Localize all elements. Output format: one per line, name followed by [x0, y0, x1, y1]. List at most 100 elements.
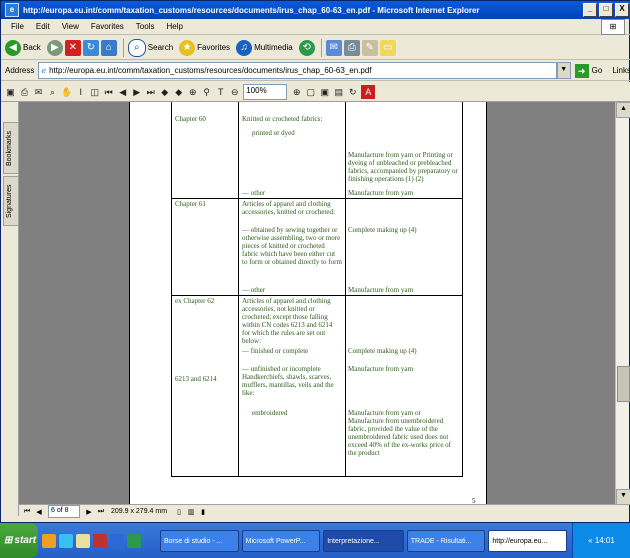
address-dropdown-icon[interactable]: ▼: [556, 62, 571, 79]
excel-icon[interactable]: [127, 534, 141, 548]
email-icon[interactable]: ✉: [33, 85, 44, 99]
select-text-icon[interactable]: Ι: [75, 85, 86, 99]
back-arrow-icon[interactable]: ◀: [5, 39, 21, 56]
table-border: [238, 102, 239, 477]
table-cell-rule: Complete making up (4): [348, 226, 417, 234]
page-number-field[interactable]: 6 of 8: [48, 505, 80, 518]
last-page-icon[interactable]: ⏭: [95, 508, 107, 516]
forward-view-icon[interactable]: ◆: [173, 85, 184, 99]
next-page-icon[interactable]: ▶: [83, 508, 95, 516]
search-icon[interactable]: ⌕: [127, 38, 146, 57]
task-button-active[interactable]: Interpretazione...: [323, 530, 404, 552]
mail-icon[interactable]: ✉: [325, 39, 342, 56]
scrollbar-thumb[interactable]: [617, 366, 630, 402]
favorites-label[interactable]: Favorites: [197, 43, 230, 52]
powerpoint-icon[interactable]: [93, 534, 107, 548]
save-icon[interactable]: ▣: [5, 85, 16, 99]
first-page-icon[interactable]: ⏮: [21, 508, 33, 516]
menu-tools[interactable]: Tools: [130, 22, 161, 31]
actual-size-icon[interactable]: ▢: [305, 85, 316, 99]
links-label[interactable]: Links: [612, 66, 630, 75]
search-label[interactable]: Search: [148, 43, 173, 52]
fit-width-icon[interactable]: ▤: [333, 85, 344, 99]
continuous-page-icon[interactable]: ▥: [185, 508, 197, 516]
vertical-scrollbar[interactable]: ▲ ▼: [615, 102, 630, 505]
task-button[interactable]: Borse di studio - ...: [160, 530, 239, 552]
media-label[interactable]: Multimedia: [254, 43, 293, 52]
home-icon[interactable]: ⌂: [100, 39, 117, 56]
first-page-icon[interactable]: ⏮: [103, 85, 114, 99]
fit-page-icon[interactable]: ▣: [319, 85, 330, 99]
zoom-level-field[interactable]: 100%: [243, 83, 288, 100]
history-icon[interactable]: ⟲: [298, 39, 315, 56]
previous-page-icon[interactable]: ◀: [117, 85, 128, 99]
scroll-up-icon[interactable]: ▲: [616, 102, 630, 118]
stop-icon[interactable]: ✕: [64, 39, 81, 56]
find-icon[interactable]: ⌕: [47, 85, 58, 99]
zoom-plus-icon[interactable]: ⊕: [291, 85, 302, 99]
favorites-star-icon[interactable]: ★: [179, 39, 196, 56]
table-cell-rule: Manufacture from yarn: [348, 286, 414, 294]
sidebar-tabs: Bookmarks Signatures: [1, 102, 19, 516]
table-cell-rule: Manufacture from yarn or Printing or dye…: [348, 151, 458, 183]
text-tool-icon[interactable]: T: [215, 85, 226, 99]
task-button-browser[interactable]: http://europa.eu...: [488, 530, 567, 552]
forward-arrow-icon[interactable]: ▶: [46, 39, 63, 56]
facing-page-icon[interactable]: ▮: [197, 508, 209, 516]
messenger-icon[interactable]: [59, 534, 73, 548]
snapshot-icon[interactable]: ◫: [89, 85, 100, 99]
maximize-button[interactable]: □: [599, 3, 613, 17]
single-page-icon[interactable]: ▯: [173, 508, 185, 516]
back-view-icon[interactable]: ◆: [159, 85, 170, 99]
task-button[interactable]: Microsoft PowerP...: [241, 530, 321, 552]
menu-favorites[interactable]: Favorites: [85, 22, 130, 31]
start-button[interactable]: ⊞ start: [0, 523, 38, 558]
next-page-icon[interactable]: ▶: [131, 85, 142, 99]
table-row-heading: Chapter 61: [175, 200, 206, 208]
title-bar[interactable]: e http://europa.eu.int/comm/taxation_cus…: [1, 1, 630, 19]
zoom-tool-icon[interactable]: ⚲: [201, 85, 212, 99]
folder-icon[interactable]: ▭: [379, 39, 396, 56]
previous-page-icon[interactable]: ◀: [33, 508, 45, 516]
table-cell-description: — other: [242, 189, 266, 197]
go-arrow-icon[interactable]: ➜: [574, 63, 589, 78]
table-border: [171, 102, 172, 477]
table-border: [171, 476, 463, 477]
print-icon[interactable]: ⎙: [343, 39, 360, 56]
clock[interactable]: « 14:01: [588, 536, 615, 545]
desktop-icon[interactable]: [76, 534, 90, 548]
task-button[interactable]: TRADE - Risultati...: [406, 530, 486, 552]
bookmarks-tab[interactable]: Bookmarks: [3, 122, 19, 174]
menu-edit[interactable]: Edit: [30, 22, 56, 31]
menu-view[interactable]: View: [56, 22, 85, 31]
print-icon[interactable]: ⎙: [19, 85, 30, 99]
minimize-button[interactable]: _: [583, 3, 597, 17]
hand-tool-icon[interactable]: ✋: [61, 85, 72, 99]
scroll-down-icon[interactable]: ▼: [616, 489, 630, 505]
toolbar-divider: [320, 38, 322, 57]
table-border: [462, 102, 463, 477]
close-button[interactable]: X: [615, 3, 629, 17]
word-icon[interactable]: [110, 534, 124, 548]
edit-icon[interactable]: ✎: [361, 39, 378, 56]
zoom-out-icon[interactable]: ⊖: [229, 85, 240, 99]
menu-help[interactable]: Help: [160, 22, 188, 31]
address-input[interactable]: ℯ http://europa.eu.int/comm/taxation_cus…: [38, 62, 557, 79]
document-viewer[interactable]: Chapter 60 Knitted or crocheted fabrics:…: [19, 102, 615, 504]
address-url[interactable]: http://europa.eu.int/comm/taxation_custo…: [49, 66, 371, 75]
menu-file[interactable]: File: [5, 22, 30, 31]
adobe-logo-icon[interactable]: A: [361, 84, 376, 99]
refresh-icon[interactable]: ↻: [82, 39, 99, 56]
table-cell-description: — obtained by sewing together or otherwi…: [242, 226, 342, 266]
table-cell-rule: Complete making up (4): [348, 347, 417, 355]
zoom-in-icon[interactable]: ⊕: [187, 85, 198, 99]
last-page-icon[interactable]: ⏭: [145, 85, 156, 99]
back-label[interactable]: Back: [23, 43, 41, 52]
signatures-tab[interactable]: Signatures: [3, 176, 19, 226]
media-icon[interactable]: ♫: [236, 39, 253, 56]
task-list: Borse di studio - ... Microsoft PowerP..…: [160, 530, 570, 552]
start-label[interactable]: start: [14, 535, 36, 546]
ie-quicklaunch-icon[interactable]: [42, 534, 56, 548]
go-label[interactable]: Go: [592, 66, 603, 75]
rotate-icon[interactable]: ↻: [347, 85, 358, 99]
